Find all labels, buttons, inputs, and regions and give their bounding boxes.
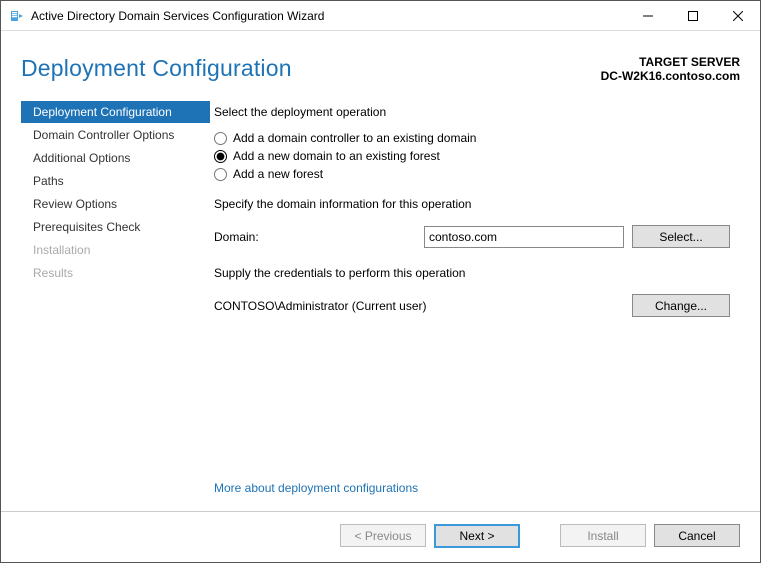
radio-label: Add a new domain to an existing forest	[233, 149, 440, 163]
step-deployment-configuration[interactable]: Deployment Configuration	[21, 101, 210, 123]
select-button[interactable]: Select...	[632, 225, 730, 248]
close-button[interactable]	[715, 1, 760, 30]
next-button[interactable]: Next >	[434, 524, 520, 548]
titlebar: Active Directory Domain Services Configu…	[1, 1, 760, 31]
app-icon	[9, 8, 25, 24]
radio-label: Add a new forest	[233, 167, 323, 181]
main-content: Select the deployment operation Add a do…	[210, 91, 760, 511]
more-about-link[interactable]: More about deployment configurations	[214, 481, 730, 495]
step-additional-options[interactable]: Additional Options	[21, 147, 210, 169]
step-prerequisites-check[interactable]: Prerequisites Check	[21, 216, 210, 238]
step-installation: Installation	[21, 239, 210, 261]
install-button: Install	[560, 524, 646, 547]
target-server-block: TARGET SERVER DC-W2K16.contoso.com	[601, 55, 740, 83]
domain-row: Domain: Select...	[214, 225, 730, 248]
target-server-value: DC-W2K16.contoso.com	[601, 69, 740, 83]
page-header: Deployment Configuration TARGET SERVER D…	[1, 31, 760, 91]
previous-button: < Previous	[340, 524, 426, 547]
minimize-button[interactable]	[625, 1, 670, 30]
change-button[interactable]: Change...	[632, 294, 730, 317]
credentials-row: CONTOSO\Administrator (Current user) Cha…	[214, 294, 730, 317]
domain-info-label: Specify the domain information for this …	[214, 197, 730, 211]
radio-input-new-forest[interactable]	[214, 168, 227, 181]
radio-add-new-forest[interactable]: Add a new forest	[214, 167, 730, 181]
radio-add-domain-existing-forest[interactable]: Add a new domain to an existing forest	[214, 149, 730, 163]
radio-add-dc-existing-domain[interactable]: Add a domain controller to an existing d…	[214, 131, 730, 145]
cancel-button[interactable]: Cancel	[654, 524, 740, 547]
domain-input[interactable]	[424, 226, 624, 248]
window-title: Active Directory Domain Services Configu…	[31, 9, 625, 23]
domain-field-label: Domain:	[214, 230, 424, 244]
step-review-options[interactable]: Review Options	[21, 193, 210, 215]
wizard-window: Active Directory Domain Services Configu…	[0, 0, 761, 563]
target-server-label: TARGET SERVER	[601, 55, 740, 69]
radio-label: Add a domain controller to an existing d…	[233, 131, 476, 145]
deployment-operation-label: Select the deployment operation	[214, 105, 730, 119]
step-sidebar: Deployment Configuration Domain Controll…	[21, 91, 210, 511]
wizard-body: Deployment Configuration Domain Controll…	[1, 91, 760, 511]
maximize-button[interactable]	[670, 1, 715, 30]
radio-input-add-dc[interactable]	[214, 132, 227, 145]
credentials-label: Supply the credentials to perform this o…	[214, 266, 730, 280]
step-paths[interactable]: Paths	[21, 170, 210, 192]
step-results: Results	[21, 262, 210, 284]
page-title: Deployment Configuration	[21, 55, 601, 82]
credentials-value: CONTOSO\Administrator (Current user)	[214, 299, 632, 313]
step-domain-controller-options[interactable]: Domain Controller Options	[21, 124, 210, 146]
wizard-footer: < Previous Next > Install Cancel	[1, 511, 760, 562]
radio-input-add-domain[interactable]	[214, 150, 227, 163]
